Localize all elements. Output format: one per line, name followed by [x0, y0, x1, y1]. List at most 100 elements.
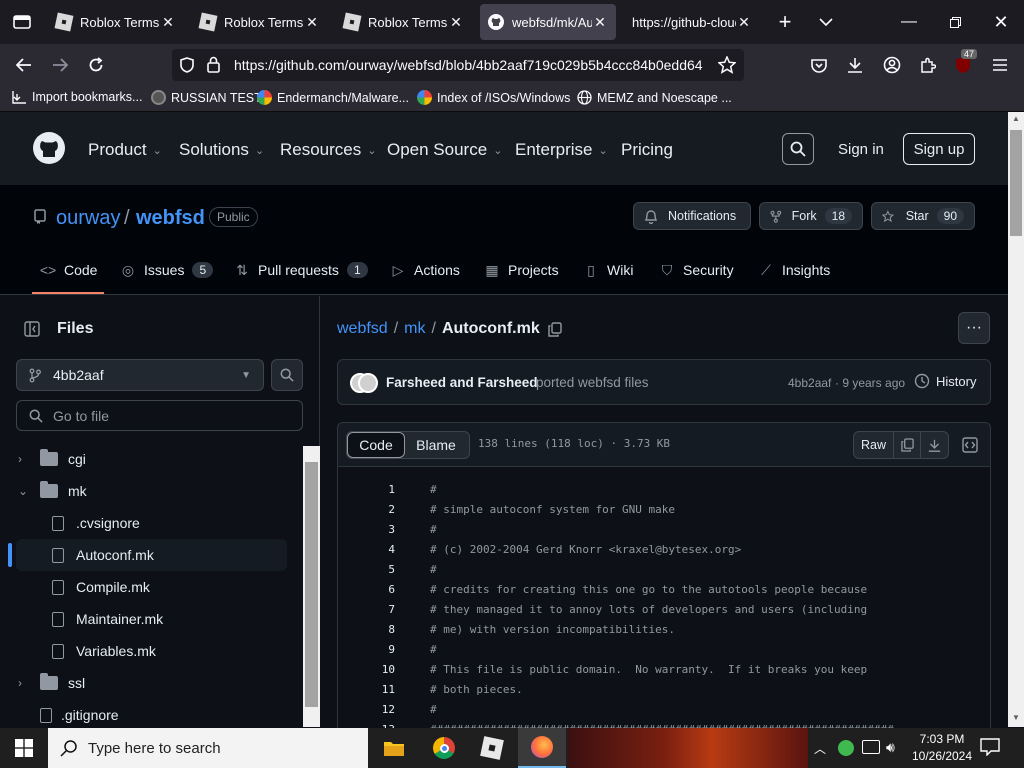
- list-tabs-button[interactable]: [812, 8, 840, 36]
- tab-pull-requests[interactable]: ⇅ Pull requests 1: [234, 262, 368, 278]
- tab-github-cloud[interactable]: https://github-cloud ✕: [624, 4, 760, 40]
- taskbar-search[interactable]: Type here to search: [48, 728, 368, 768]
- tray-volume-icon[interactable]: 🔊︎: [886, 739, 895, 756]
- star-button[interactable]: Star 90: [871, 202, 975, 230]
- tab-projects[interactable]: ▦ Projects: [484, 262, 558, 279]
- account-button[interactable]: [876, 49, 908, 81]
- notifications-button[interactable]: Notifications: [633, 202, 751, 230]
- breadcrumb-folder[interactable]: mk: [404, 320, 425, 338]
- scroll-down-icon[interactable]: ▼: [1012, 713, 1020, 722]
- bookmark-memz[interactable]: MEMZ and Noescape ...: [577, 90, 732, 105]
- close-tab-icon[interactable]: ✕: [592, 14, 608, 31]
- url-bar[interactable]: https://github.com/ourway/webfsd/blob/4b…: [172, 49, 744, 81]
- history-button[interactable]: History: [914, 373, 976, 389]
- search-button[interactable]: [782, 133, 814, 165]
- tab-insights[interactable]: ⟋ Insights: [758, 262, 830, 279]
- tray-overflow-button[interactable]: ︿: [814, 740, 826, 757]
- sign-in-link[interactable]: Sign in: [838, 141, 884, 158]
- minimize-button[interactable]: —: [886, 0, 932, 44]
- restore-button[interactable]: [932, 0, 978, 44]
- more-options-button[interactable]: ···: [958, 312, 990, 344]
- scroll-up-icon[interactable]: ▲: [1012, 114, 1020, 123]
- sign-up-button[interactable]: Sign up: [903, 133, 975, 165]
- tray-user-icon[interactable]: [838, 740, 854, 756]
- tab-wiki[interactable]: ▯ Wiki: [583, 262, 633, 279]
- commit-message[interactable]: ported webfsd files: [536, 375, 649, 390]
- nav-product[interactable]: Product ⌄: [88, 140, 162, 160]
- line-number[interactable]: 10: [355, 663, 395, 676]
- tree-item-variables[interactable]: Variables.mk: [0, 635, 300, 667]
- tree-item-ssl[interactable]: › ssl: [0, 667, 300, 699]
- repo-name-link[interactable]: webfsd: [136, 207, 205, 230]
- tree-item-mk[interactable]: ⌄ mk: [0, 475, 300, 507]
- bookmark-star-icon[interactable]: [718, 56, 736, 74]
- tree-item-gitignore[interactable]: .gitignore: [0, 699, 300, 731]
- collapse-sidebar-button[interactable]: [16, 313, 48, 345]
- page-scroll-thumb[interactable]: [1010, 130, 1022, 236]
- github-logo[interactable]: [33, 132, 65, 164]
- tab-issues[interactable]: ◎ Issues 5: [120, 262, 214, 278]
- tray-network-icon[interactable]: [862, 740, 880, 754]
- commit-sha[interactable]: 4bb2aaf: [788, 376, 831, 390]
- line-number[interactable]: 9: [355, 643, 395, 656]
- app-menu-button[interactable]: [984, 49, 1016, 81]
- close-tab-icon[interactable]: ✕: [448, 14, 464, 31]
- extensions-button[interactable]: [912, 49, 944, 81]
- line-number[interactable]: 6: [355, 583, 395, 596]
- tab-code[interactable]: <> Code: [40, 262, 98, 278]
- nav-solutions[interactable]: Solutions ⌄: [179, 140, 264, 160]
- taskbar-file-explorer[interactable]: [370, 728, 418, 768]
- tree-item-compile[interactable]: Compile.mk: [0, 571, 300, 603]
- nav-pricing[interactable]: Pricing: [621, 140, 673, 160]
- repo-owner-link[interactable]: ourway: [56, 207, 120, 230]
- bookmark-import[interactable]: Import bookmarks...: [12, 90, 142, 104]
- line-number[interactable]: 5: [355, 563, 395, 576]
- tab-actions[interactable]: ▷ Actions: [390, 262, 460, 279]
- back-button[interactable]: [8, 49, 40, 81]
- taskbar-firefox[interactable]: [518, 728, 566, 768]
- download-raw-button[interactable]: [921, 439, 948, 452]
- close-window-button[interactable]: ✕: [978, 0, 1024, 44]
- copy-path-icon[interactable]: [548, 321, 562, 337]
- code-view-button[interactable]: Code: [347, 432, 405, 458]
- downloads-button[interactable]: [839, 49, 871, 81]
- line-number[interactable]: 12: [355, 703, 395, 716]
- go-to-file-input[interactable]: Go to file: [16, 400, 303, 431]
- forward-button[interactable]: [44, 49, 76, 81]
- line-number[interactable]: 7: [355, 603, 395, 616]
- reload-button[interactable]: [80, 49, 112, 81]
- line-number[interactable]: 8: [355, 623, 395, 636]
- close-tab-icon[interactable]: ✕: [736, 14, 752, 31]
- notifications-center-button[interactable]: [980, 738, 1002, 758]
- copy-raw-button[interactable]: [894, 432, 921, 458]
- line-number[interactable]: 2: [355, 503, 395, 516]
- fork-button[interactable]: Fork 18: [759, 202, 863, 230]
- bookmark-russian-test[interactable]: RUSSIAN TEST: [151, 90, 262, 105]
- bookmark-endermanch[interactable]: Endermanch/Malware...: [257, 90, 409, 105]
- raw-button[interactable]: Raw: [854, 432, 894, 458]
- taskbar-roblox[interactable]: [468, 728, 516, 768]
- sidebar-scrollbar[interactable]: [303, 446, 320, 727]
- file-search-button[interactable]: [271, 359, 303, 391]
- blame-view-button[interactable]: Blame: [405, 432, 467, 458]
- line-number[interactable]: 3: [355, 523, 395, 536]
- symbols-button[interactable]: [958, 431, 982, 459]
- line-number[interactable]: 1: [355, 483, 395, 496]
- page-scrollbar[interactable]: ▲ ▼: [1008, 112, 1024, 727]
- tab-roblox-3[interactable]: Roblox Terms of ✕: [336, 4, 472, 40]
- close-tab-icon[interactable]: ✕: [304, 14, 320, 31]
- nav-resources[interactable]: Resources ⌄: [280, 140, 376, 160]
- pocket-button[interactable]: [803, 49, 835, 81]
- firefox-view-button[interactable]: [8, 8, 36, 36]
- bookmark-isos[interactable]: Index of /ISOs/Windows: [417, 90, 570, 105]
- branch-select[interactable]: 4bb2aaf ▼: [16, 359, 264, 391]
- taskbar-chrome[interactable]: [420, 728, 468, 768]
- breadcrumb-repo[interactable]: webfsd: [337, 320, 388, 338]
- tree-item-autoconf[interactable]: Autoconf.mk: [8, 539, 287, 571]
- line-number[interactable]: 4: [355, 543, 395, 556]
- tree-item-maintainer[interactable]: Maintainer.mk: [0, 603, 300, 635]
- start-button[interactable]: [0, 728, 48, 768]
- nav-enterprise[interactable]: Enterprise ⌄: [515, 140, 608, 160]
- tab-roblox-1[interactable]: Roblox Terms of ✕: [48, 4, 184, 40]
- tab-roblox-2[interactable]: Roblox Terms of ✕: [192, 4, 328, 40]
